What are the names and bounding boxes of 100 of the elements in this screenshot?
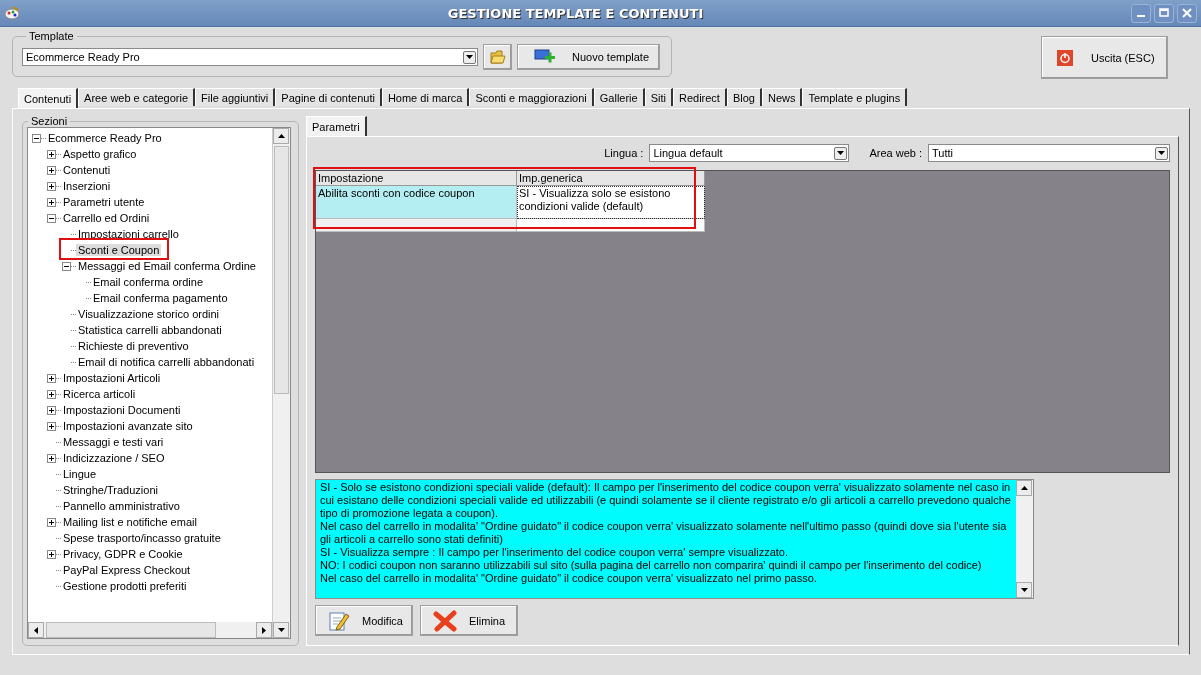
scroll-thumb[interactable] (274, 146, 289, 394)
scroll-thumb[interactable] (46, 622, 216, 638)
expander-icon[interactable] (62, 261, 71, 271)
expander-icon[interactable] (47, 181, 56, 191)
window-title: GESTIONE TEMPLATE E CONTENUTI (446, 5, 705, 21)
expander-icon[interactable] (47, 373, 56, 383)
tree-item[interactable]: PayPal Express Checkout (61, 564, 193, 576)
scroll-down-icon[interactable] (1016, 582, 1032, 598)
tab[interactable]: Template e plugins (802, 88, 908, 106)
expander-icon[interactable] (47, 405, 56, 415)
column-header[interactable]: Imp.generica (517, 171, 705, 186)
group-label: Sezioni (30, 115, 69, 127)
expander-icon[interactable] (47, 213, 56, 223)
tree-item[interactable]: Sconti e Coupon (76, 244, 162, 256)
tree-item[interactable]: Stringhe/Traduzioni (61, 484, 160, 496)
scroll-up-icon[interactable] (273, 128, 289, 144)
tree-item[interactable]: Aspetto grafico (61, 148, 139, 160)
description-text: NO: I codici coupon non saranno utilizzabili sul sito (sulla pagina del carrello non comparira' quindi il campo per l'inserimento del codice) (320, 559, 983, 572)
expander-icon[interactable] (47, 149, 56, 159)
expander-icon[interactable] (47, 517, 56, 527)
tree-item[interactable]: Carrello ed Ordini (61, 212, 152, 224)
expander-icon[interactable] (47, 549, 56, 559)
edit-button[interactable]: Modifica (315, 605, 413, 636)
maximize-button[interactable] (1154, 3, 1174, 23)
filter-dropdown[interactable]: Lingua default (649, 144, 850, 162)
table-cell[interactable]: Abilita sconti con codice coupon (316, 186, 517, 219)
tree-item[interactable]: Impostazioni Documenti (61, 404, 183, 416)
tree-item[interactable]: Gestione prodotti preferiti (61, 580, 189, 592)
tab[interactable]: Pagine di contenuti (275, 88, 382, 106)
expander-icon[interactable] (47, 165, 56, 175)
close-icon (1182, 8, 1192, 18)
tree-item[interactable]: Email conferma ordine (91, 276, 206, 288)
filter-label: Area web : (869, 147, 922, 159)
tab[interactable]: Gallerie (593, 88, 645, 106)
tab[interactable]: Blog (726, 88, 762, 106)
pencil-note-icon (328, 609, 350, 632)
close-button[interactable] (1177, 3, 1197, 23)
maximize-icon (1159, 8, 1169, 18)
delete-button[interactable]: Elimina (420, 605, 518, 636)
tree-item[interactable]: Parametri utente (61, 196, 147, 208)
expander-icon[interactable] (32, 133, 41, 143)
tree-item[interactable]: Statistica carrelli abbandonati (76, 324, 224, 336)
x-mark-icon (433, 609, 457, 632)
scroll-left-icon[interactable] (28, 622, 44, 638)
tree-item[interactable]: Richieste di preventivo (76, 340, 191, 352)
expander-icon[interactable] (47, 197, 56, 207)
tab[interactable]: Siti (644, 88, 673, 106)
filter-dropdown[interactable]: Tutti (928, 144, 1170, 162)
monitor-plus-icon (534, 49, 556, 65)
tree-item[interactable]: Ricerca articoli (61, 388, 138, 400)
tree-item[interactable]: Impostazioni Articoli (61, 372, 163, 384)
tree-item[interactable]: Contenuti (61, 164, 113, 176)
vertical-scrollbar[interactable] (1016, 480, 1033, 598)
tree-item[interactable]: Messaggi ed Email conferma Ordine (76, 260, 258, 272)
description-text: Nel caso del carrello in modalita' "Ordine guidato" il codice coupon verra' visualizzato nel primo passo. (320, 572, 818, 585)
tree-item[interactable]: Visualizzazione storico ordini (76, 308, 222, 320)
scroll-right-icon[interactable] (256, 622, 272, 638)
horizontal-scrollbar[interactable] (28, 622, 272, 638)
minimize-button[interactable] (1131, 3, 1151, 23)
filter-label: Lingua : (604, 147, 644, 159)
tree-item[interactable]: Privacy, GDPR e Cookie (61, 548, 185, 560)
tab[interactable]: Parametri (306, 116, 367, 136)
folder-button[interactable] (483, 44, 512, 70)
scroll-up-icon[interactable] (1016, 480, 1032, 496)
tab[interactable]: File aggiuntivi (195, 88, 276, 106)
tab[interactable]: Contenuti (18, 88, 79, 108)
tree-item[interactable]: Email di notifica carrelli abbandonati (76, 356, 257, 368)
expander-icon[interactable] (47, 389, 56, 399)
new-template-button[interactable]: Nuovo template (517, 44, 660, 70)
tree-item[interactable]: Messaggi e testi vari (61, 436, 166, 448)
group-label: Template (28, 30, 75, 42)
scroll-down-icon[interactable] (273, 622, 289, 638)
tab[interactable]: News (761, 88, 803, 106)
tree-item[interactable]: Inserzioni (61, 180, 113, 192)
tree-item[interactable]: Impostazioni avanzate sito (61, 420, 195, 432)
description-text: SI - Visualizza sempre : Il campo per l'inserimento del codice coupon verra' sempre visualizzato. (320, 546, 790, 559)
tree-item[interactable]: Email conferma pagamento (91, 292, 230, 304)
tab[interactable]: Redirect (672, 88, 727, 106)
description-text: SI - Solo se esistono condizioni speciali valide (default): Il campo per l'inserimento del codice coupon verra' visualizzato solamente nel caso in cui esistano delle condizioni speciali valide ed utilizzabili (e quindi solamente se il cliente registrato e/o gli articoli a carrello prevedono qualche tipo di promozione legata a coupon). (320, 481, 1012, 520)
expander-icon[interactable] (47, 453, 56, 463)
description-text: Nel caso del carrello in modalita' "Ordine guidato" il codice coupon verra' visualizzato solamente nell'ultimo passo (quindi dove sia l'utente sia gli articoli a carrello sono stati definiti) (320, 520, 1008, 546)
palette-icon (4, 6, 20, 20)
tab[interactable]: Aree web e categorie (78, 88, 196, 106)
tree-item[interactable]: Mailing list e notifiche email (61, 516, 199, 528)
exit-button[interactable]: Uscita (ESC) (1041, 36, 1168, 79)
tree-item[interactable]: Ecommerce Ready Pro (46, 132, 164, 144)
column-header[interactable]: Impostazione (316, 171, 517, 186)
tree-item[interactable]: Impostazioni carrello (76, 228, 181, 240)
minimize-icon (1137, 15, 1145, 17)
vertical-scrollbar[interactable] (272, 128, 290, 638)
table-cell[interactable]: SI - Visualizza solo se esistono condizioni valide (default) (517, 186, 705, 219)
tab[interactable]: Home di marca (381, 88, 470, 106)
tree-item[interactable]: Pannello amministrativo (61, 500, 182, 512)
expander-icon[interactable] (47, 421, 56, 431)
tree-item[interactable]: Lingue (61, 468, 99, 480)
power-icon (1057, 49, 1073, 66)
template-dropdown[interactable]: Ecommerce Ready Pro (22, 48, 478, 66)
tree-item[interactable]: Indicizzazione / SEO (61, 452, 167, 464)
tree-item[interactable]: Spese trasporto/incasso gratuite (61, 532, 223, 544)
tab[interactable]: Sconti e maggiorazioni (469, 88, 594, 106)
